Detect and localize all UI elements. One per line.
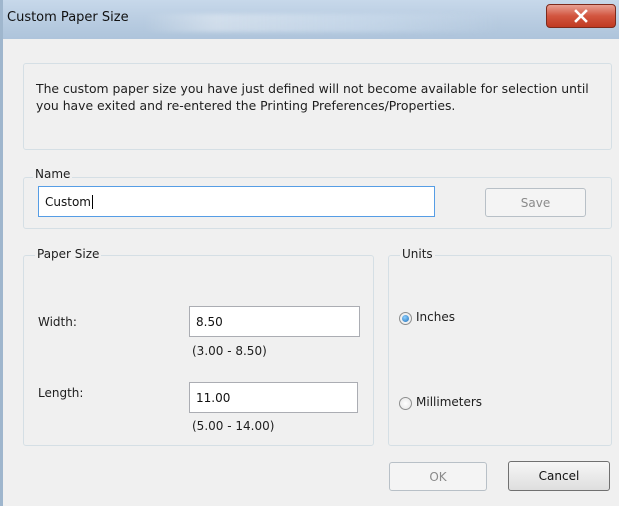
width-range: (3.00 - 8.50) xyxy=(192,344,267,358)
title-bar[interactable]: Custom Paper Size xyxy=(3,0,619,39)
radio-selected-dot xyxy=(402,315,409,322)
millimeters-label[interactable]: Millimeters xyxy=(416,395,482,409)
cancel-button[interactable]: Cancel xyxy=(508,461,610,491)
inches-radio[interactable] xyxy=(399,312,412,325)
close-button[interactable] xyxy=(546,4,616,28)
save-button[interactable]: Save xyxy=(485,188,586,217)
name-legend: Name xyxy=(33,167,73,181)
width-input-value: 8.50 xyxy=(196,314,223,329)
length-input-value: 11.00 xyxy=(196,390,231,405)
length-label: Length: xyxy=(38,386,84,400)
width-label: Width: xyxy=(38,315,77,329)
name-input-value: Custom xyxy=(45,194,91,209)
length-range: (5.00 - 14.00) xyxy=(192,419,275,433)
info-message: The custom paper size you have just defi… xyxy=(36,81,589,113)
width-input[interactable]: 8.50 xyxy=(189,306,360,337)
units-group xyxy=(388,255,612,446)
text-caret xyxy=(91,194,93,209)
units-legend: Units xyxy=(400,247,435,261)
background-tabs xyxy=(143,14,503,32)
name-input[interactable]: Custom xyxy=(38,186,435,217)
millimeters-radio[interactable] xyxy=(399,397,412,410)
length-input[interactable]: 11.00 xyxy=(189,382,358,413)
ok-button[interactable]: OK xyxy=(389,462,487,491)
dialog-window: Custom Paper Size The custom paper size … xyxy=(0,0,619,506)
close-icon xyxy=(574,9,588,23)
window-title: Custom Paper Size xyxy=(7,10,129,25)
paper-size-legend: Paper Size xyxy=(35,247,102,261)
inches-label[interactable]: Inches xyxy=(416,310,455,324)
